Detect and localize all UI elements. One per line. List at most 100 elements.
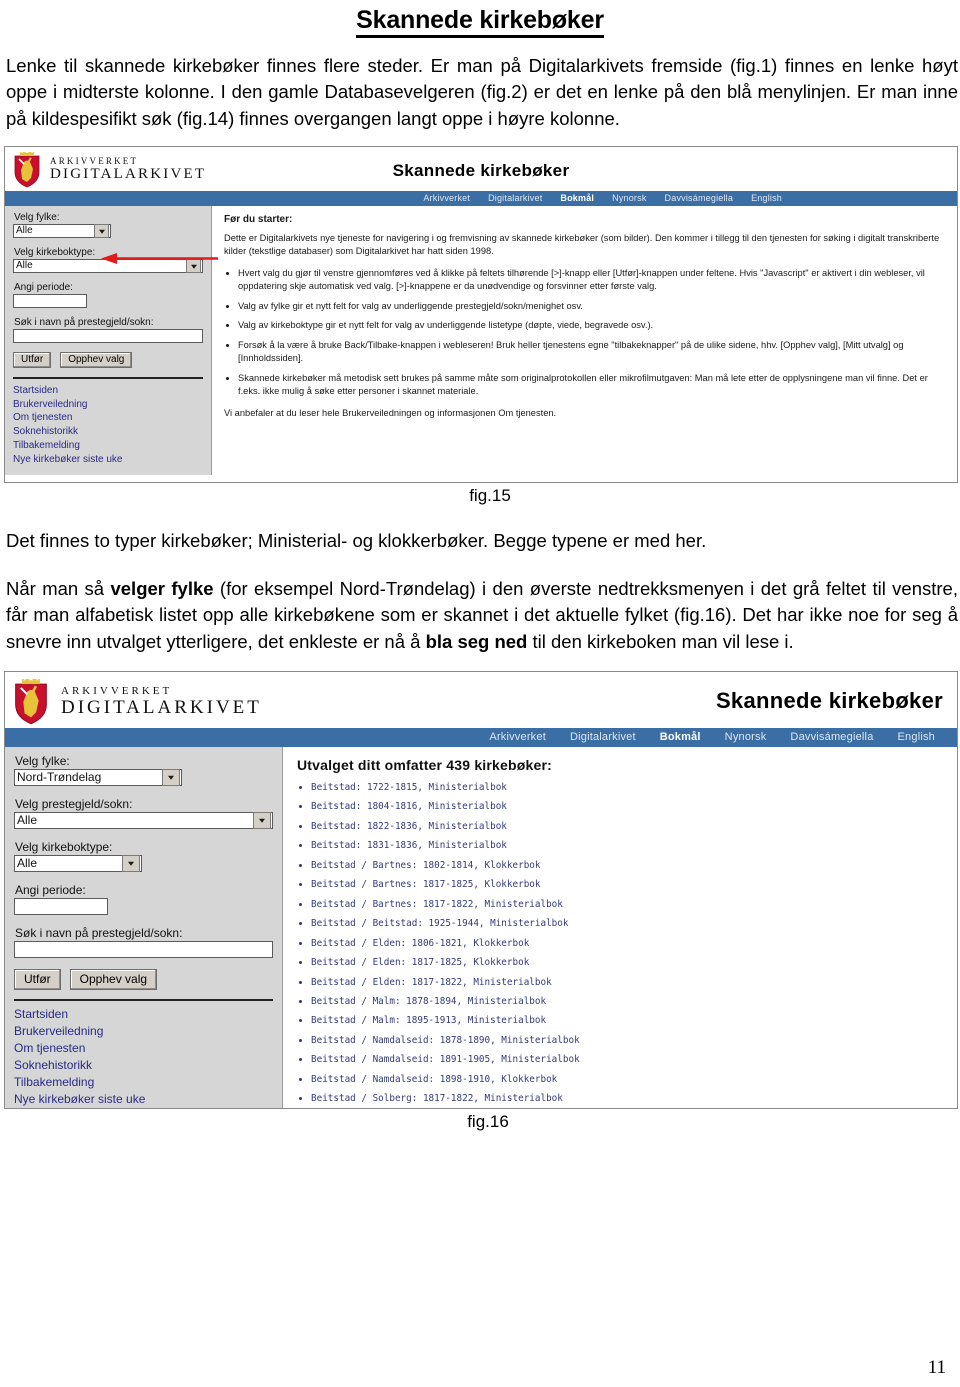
mp2-part-e: til den kirkeboken man vil lese i.: [527, 630, 794, 652]
nav-item-bokmal[interactable]: Bokmål: [660, 731, 701, 743]
sidebar-link-tilbakemelding[interactable]: Tilbakemelding: [13, 439, 203, 453]
label-sok-navn: Søk i navn på prestegjeld/sokn:: [15, 925, 183, 940]
label-kirkeboktype: Velg kirkeboktype:: [15, 839, 113, 854]
chevron-down-icon[interactable]: [122, 854, 140, 872]
list-item: Forsøk å la være å bruke Back/Tilbake-kn…: [238, 339, 947, 366]
select-fylke-value: Alle: [16, 225, 33, 237]
list-item[interactable]: Beitstad / Solberg: 1817-1822, Ministeri…: [311, 1092, 947, 1105]
norwegian-coat-of-arms-icon: [15, 678, 47, 725]
chevron-down-icon[interactable]: [94, 223, 109, 238]
sidebar-links: Startsiden Brukerveiledning Om tjenesten…: [14, 1006, 273, 1108]
chevron-down-icon[interactable]: [253, 811, 271, 829]
list-item[interactable]: Beitstad / Elden: 1817-1825, Klokkerbok: [311, 956, 947, 969]
list-item: Hvert valg du gjør til venstre gjennomfø…: [238, 267, 947, 294]
sidebar-link-startsiden[interactable]: Startsiden: [13, 384, 203, 398]
brand-line-1: ARKIVVERKET: [61, 685, 173, 698]
field-group-kirkeboktype: Velg kirkeboktype: Alle: [13, 247, 203, 273]
field-group-sok: Søk i navn på prestegjeld/sokn:: [14, 926, 273, 958]
select-prestegjeld[interactable]: Alle: [14, 811, 273, 829]
brand-line-2: DIGITALARKIVET: [50, 166, 207, 183]
nav-item-digitalarkivet[interactable]: Digitalarkivet: [488, 193, 542, 203]
mp2-part-a: Når man så: [6, 578, 111, 600]
utfor-button[interactable]: Utfør: [14, 968, 61, 990]
sidebar-link-soknehistorikk[interactable]: Soknehistorikk: [13, 425, 203, 439]
sidebar-link-brukerveiledning[interactable]: Brukerveiledning: [13, 398, 203, 412]
nav-item-nynorsk[interactable]: Nynorsk: [612, 193, 646, 203]
figure-caption-fig16: fig.16: [467, 1111, 509, 1131]
field-group-fylke: Velg fylke: Alle: [13, 212, 203, 238]
list-item[interactable]: Beitstad / Namdalseid: 1891-1905, Minist…: [311, 1053, 947, 1066]
select-prestegjeld-value: Alle: [17, 813, 38, 828]
list-item[interactable]: Beitstad / Malm: 1895-1913, Ministerialb…: [311, 1014, 947, 1027]
list-item[interactable]: Beitstad: 1831-1836, Ministerialbok: [311, 839, 947, 852]
sidebar-link-nye-kirkeboker[interactable]: Nye kirkebøker siste uke: [14, 1091, 273, 1108]
sidebar-link-om-tjenesten[interactable]: Om tjenesten: [13, 411, 203, 425]
screenshot-fig16: ARKIVVERKET DIGITALARKIVET Skannede kirk…: [4, 670, 958, 1109]
list-item[interactable]: Beitstad / Bartnes: 1817-1825, Klokkerbo…: [311, 878, 947, 891]
opphev-valg-button[interactable]: Opphev valg: [60, 351, 133, 368]
list-item[interactable]: Beitstad: 1822-1836, Ministerialbok: [311, 820, 947, 833]
middle-paragraph-2: Når man så velger fylke (for eksempel No…: [0, 576, 960, 655]
page-title: Skannede kirkebøker: [0, 6, 960, 38]
list-item[interactable]: Beitstad / Bartnes: 1802-1814, Klokkerbo…: [311, 859, 947, 872]
nav-item-davvisamegiella[interactable]: Davvisámegiella: [665, 193, 734, 203]
list-item[interactable]: Beitstad / Bartnes: 1817-1822, Ministeri…: [311, 898, 947, 911]
content-bullet-list: Hvert valg du gjør til venstre gjennomfø…: [224, 267, 947, 399]
brand-line-1: ARKIVVERKET: [50, 156, 139, 167]
select-fylke-value: Nord-Trøndelag: [17, 770, 102, 785]
search-sidebar: Velg fylke: Alle Velg kirkeboktype: Alle…: [5, 205, 212, 475]
sidebar-link-soknehistorikk[interactable]: Soknehistorikk: [14, 1057, 273, 1074]
field-group-sok: Søk i navn på prestegjeld/sokn:: [13, 317, 203, 343]
sidebar-links: Startsiden Brukerveiledning Om tjenesten…: [13, 384, 203, 467]
input-periode[interactable]: [13, 293, 87, 308]
intro-paragraph: Lenke til skannede kirkebøker finnes fle…: [6, 55, 958, 129]
list-item[interactable]: Beitstad / Malm: 1878-1894, Ministerialb…: [311, 995, 947, 1008]
field-group-periode: Angi periode:: [14, 883, 273, 915]
select-kirkeboktype[interactable]: Alle: [13, 258, 203, 273]
content-intro: Dette er Digitalarkivets nye tjeneste fo…: [224, 232, 940, 257]
select-fylke[interactable]: Nord-Trøndelag: [14, 768, 182, 786]
site-page-title: Skannede kirkebøker: [715, 687, 943, 713]
label-periode: Angi periode:: [14, 281, 73, 293]
nav-item-arkivverket[interactable]: Arkivverket: [489, 731, 546, 743]
sidebar-link-startsiden[interactable]: Startsiden: [14, 1006, 273, 1023]
content-outro: Vi anbefaler at du leser hele Brukerveil…: [224, 408, 557, 419]
sidebar-link-nye-kirkeboker[interactable]: Nye kirkebøker siste uke: [13, 453, 203, 467]
select-kirkeboktype[interactable]: Alle: [14, 854, 142, 872]
site-header: ARKIVVERKET DIGITALARKIVET Skannede kirk…: [5, 671, 957, 728]
list-item[interactable]: Beitstad / Elden: 1817-1822, Ministerial…: [311, 976, 947, 989]
input-sok-navn[interactable]: [14, 940, 273, 958]
screenshot-fig16-body: Velg fylke: Nord-Trøndelag Velg prestegj…: [5, 746, 957, 1108]
nav-item-english[interactable]: English: [751, 193, 782, 203]
list-item: Skannede kirkebøker må metodisk sett bru…: [238, 372, 947, 399]
chevron-down-icon[interactable]: [162, 768, 180, 786]
list-item[interactable]: Beitstad / Beitstad: 1925-1944, Minister…: [311, 917, 947, 930]
list-item[interactable]: Beitstad / Namdalseid: 1898-1910, Klokke…: [311, 1073, 947, 1086]
list-item[interactable]: Beitstad / Elden: 1806-1821, Klokkerbok: [311, 937, 947, 950]
sidebar-link-om-tjenesten[interactable]: Om tjenesten: [14, 1040, 273, 1057]
opphev-valg-button[interactable]: Opphev valg: [69, 968, 158, 990]
utfor-button[interactable]: Utfør: [13, 351, 52, 368]
sidebar-link-brukerveiledning[interactable]: Brukerveiledning: [14, 1023, 273, 1040]
nav-item-nynorsk[interactable]: Nynorsk: [725, 731, 767, 743]
nav-item-davvisamegiella[interactable]: Davvisámegiella: [790, 731, 873, 743]
label-prestegjeld: Velg prestegjeld/sokn:: [15, 796, 133, 811]
list-item[interactable]: Beitstad: 1804-1816, Ministerialbok: [311, 800, 947, 813]
select-fylke[interactable]: Alle: [13, 223, 111, 238]
list-item[interactable]: Beitstad: 1722-1815, Ministerialbok: [311, 781, 947, 794]
input-periode[interactable]: [14, 897, 108, 915]
search-sidebar: Velg fylke: Nord-Trøndelag Velg prestegj…: [5, 746, 283, 1108]
chevron-down-icon[interactable]: [186, 258, 201, 273]
brand-wordmark: ARKIVVERKET DIGITALARKIVET: [50, 157, 206, 182]
input-sok-navn[interactable]: [13, 328, 203, 343]
list-item[interactable]: Beitstad / Namdalseid: 1878-1890, Minist…: [311, 1034, 947, 1047]
brand-line-2: DIGITALARKIVET: [61, 697, 262, 719]
mp2-bold-velger-fylke: velger fylke: [110, 578, 214, 600]
sidebar-link-tilbakemelding[interactable]: Tilbakemelding: [14, 1074, 273, 1091]
nav-item-arkivverket[interactable]: Arkivverket: [423, 193, 470, 203]
mp2-bold-bla-seg-ned: bla seg ned: [425, 630, 528, 652]
nav-item-english[interactable]: English: [898, 731, 935, 743]
page-number: 11: [927, 1357, 946, 1378]
nav-item-digitalarkivet[interactable]: Digitalarkivet: [570, 731, 636, 743]
nav-item-bokmal[interactable]: Bokmål: [560, 193, 594, 203]
